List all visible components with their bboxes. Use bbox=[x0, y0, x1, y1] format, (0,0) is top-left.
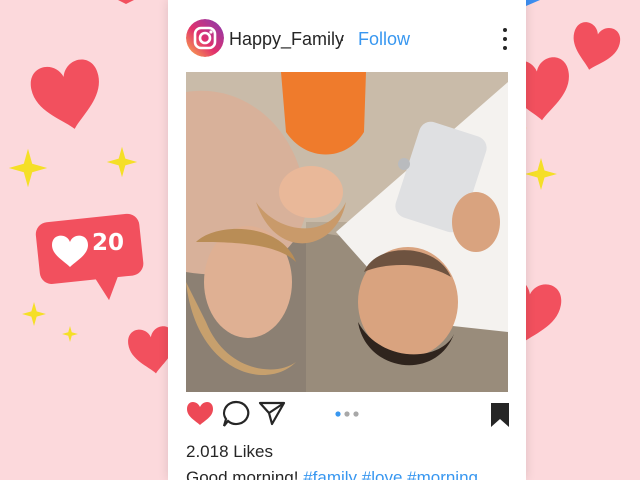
follow-button[interactable]: Follow bbox=[358, 29, 410, 50]
heart-filled-icon[interactable] bbox=[186, 400, 214, 426]
sparkle-icon bbox=[525, 158, 557, 190]
like-count: 20 bbox=[92, 230, 125, 256]
post-photo[interactable] bbox=[186, 72, 508, 392]
like-notification-badge: 20 bbox=[34, 208, 144, 304]
comment-icon[interactable] bbox=[222, 400, 250, 428]
carousel-dot-active bbox=[335, 411, 341, 417]
carousel-dot bbox=[344, 411, 350, 417]
heart-icon bbox=[52, 235, 88, 267]
post-caption: Good morning! #family #love #morning bbox=[186, 468, 526, 480]
bookmark-icon[interactable] bbox=[490, 402, 510, 428]
carousel-dot bbox=[353, 411, 359, 417]
caption-hashtags[interactable]: #family #love #morning bbox=[303, 468, 478, 480]
heart-icon bbox=[27, 56, 109, 136]
instagram-logo-icon[interactable] bbox=[186, 19, 224, 57]
carousel-indicator bbox=[335, 411, 359, 417]
sparkle-icon bbox=[22, 302, 46, 326]
post-actions bbox=[168, 398, 526, 432]
sparkle-icon bbox=[8, 148, 48, 188]
username[interactable]: Happy_Family bbox=[229, 29, 344, 50]
family-selfie-image bbox=[186, 72, 508, 392]
likes-count[interactable]: 2.018 Likes bbox=[186, 442, 273, 462]
sparkle-icon bbox=[62, 326, 78, 342]
post-header: Happy_Family · Follow bbox=[168, 14, 526, 64]
separator-dot: · bbox=[339, 29, 345, 49]
heart-icon bbox=[566, 19, 623, 76]
bubble-edge-shape bbox=[118, 0, 134, 4]
caption-text: Good morning! bbox=[186, 468, 299, 480]
more-vertical-icon[interactable] bbox=[498, 24, 512, 54]
send-icon[interactable] bbox=[258, 400, 286, 426]
sparkle-icon bbox=[106, 146, 138, 178]
instagram-post-card: Happy_Family · Follow 2.018 Likes Good m… bbox=[168, 0, 526, 480]
